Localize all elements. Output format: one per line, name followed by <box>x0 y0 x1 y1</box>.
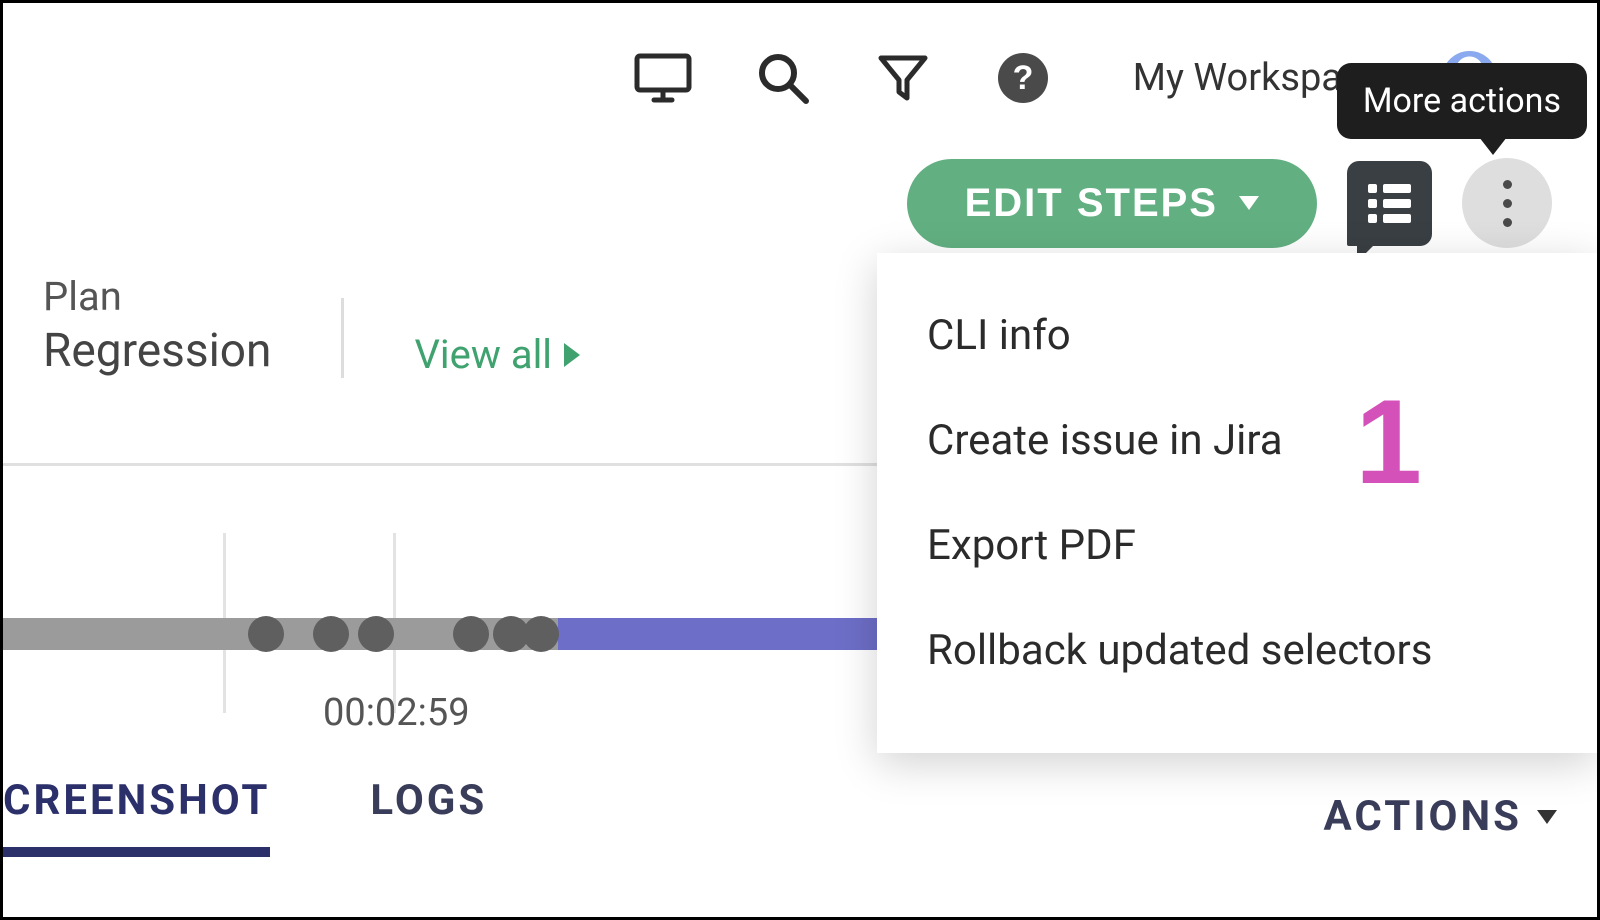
menu-item-cli-info[interactable]: CLI info <box>917 283 1577 388</box>
timeline-marker[interactable] <box>358 616 394 652</box>
view-all-link[interactable]: View all <box>414 331 580 378</box>
edit-steps-label: EDIT STEPS <box>965 181 1218 226</box>
edit-steps-button[interactable]: EDIT STEPS <box>907 159 1317 248</box>
timeline-marker[interactable] <box>248 616 284 652</box>
more-dot-icon <box>1503 218 1512 227</box>
plan-block: Plan Regression View all <box>43 273 580 378</box>
tab-logs[interactable]: LOGS <box>370 776 487 857</box>
plan-value: Regression <box>43 324 271 378</box>
filter-icon[interactable] <box>873 48 933 108</box>
comments-icon[interactable] <box>1347 161 1432 246</box>
action-bar: EDIT STEPS <box>907 158 1552 248</box>
actions-label: ACTIONS <box>1324 792 1523 841</box>
actions-caret-icon <box>1537 810 1557 824</box>
menu-item-create-jira[interactable]: Create issue in Jira <box>917 388 1577 493</box>
tab-logs-label: LOGS <box>370 776 487 825</box>
search-icon[interactable] <box>753 48 813 108</box>
timeline-time-label: 00:02:59 <box>323 691 470 735</box>
tabs: CREENSHOT LOGS <box>3 776 487 857</box>
timeline-marker[interactable] <box>453 616 489 652</box>
view-all-label: View all <box>414 331 552 378</box>
more-dot-icon <box>1503 199 1512 208</box>
tabs-row: CREENSHOT LOGS ACTIONS <box>3 776 1557 857</box>
actions-dropdown-button[interactable]: ACTIONS <box>1324 792 1558 841</box>
svg-text:?: ? <box>1012 59 1033 97</box>
tooltip-text: More actions <box>1363 81 1561 121</box>
tab-screenshot[interactable]: CREENSHOT <box>3 776 270 857</box>
menu-item-export-pdf[interactable]: Export PDF <box>917 493 1577 598</box>
chevron-right-icon <box>564 343 580 367</box>
vertical-divider <box>341 298 344 378</box>
more-actions-button[interactable] <box>1462 158 1552 248</box>
edit-steps-caret-icon <box>1239 196 1259 210</box>
help-icon[interactable]: ? <box>993 48 1053 108</box>
plan-label: Plan <box>43 273 271 320</box>
plan-text: Plan Regression <box>43 273 271 378</box>
comments-glyph <box>1368 184 1411 223</box>
more-dot-icon <box>1503 180 1512 189</box>
annotation-one: 1 <box>1355 373 1422 511</box>
tab-screenshot-label: CREENSHOT <box>3 776 270 825</box>
timeline-marker[interactable] <box>313 616 349 652</box>
more-actions-menu: CLI info Create issue in Jira Export PDF… <box>877 253 1597 753</box>
timeline-marker[interactable] <box>523 616 559 652</box>
more-actions-tooltip: More actions <box>1337 63 1587 139</box>
menu-item-rollback-selectors[interactable]: Rollback updated selectors <box>917 598 1577 703</box>
monitor-icon[interactable] <box>633 48 693 108</box>
